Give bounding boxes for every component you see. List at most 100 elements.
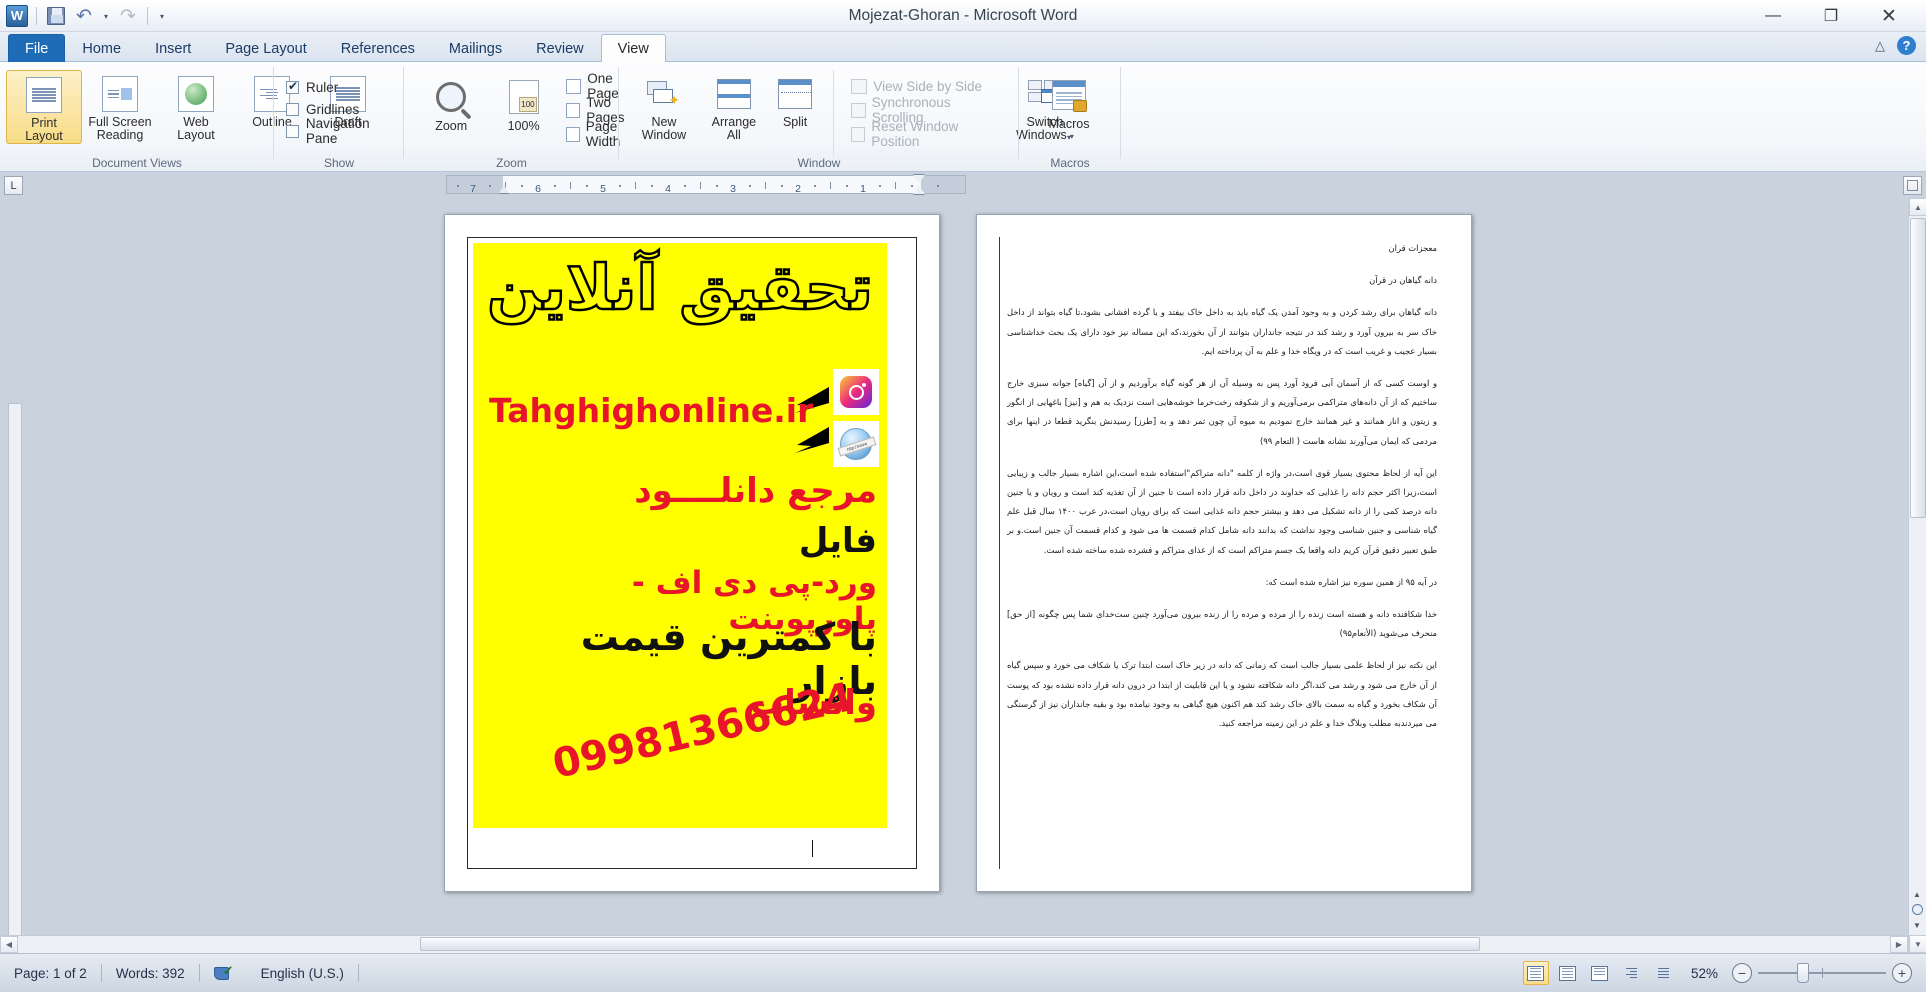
- zoom-label: Zoom: [435, 119, 468, 133]
- tab-insert[interactable]: Insert: [138, 34, 208, 62]
- next-page-button[interactable]: ▼: [1909, 917, 1925, 933]
- zoom-out-button[interactable]: −: [1732, 963, 1752, 983]
- help-icon[interactable]: ?: [1897, 36, 1916, 55]
- ribbon: Print Layout Full Screen Reading Web Layout…: [0, 62, 1926, 172]
- vertical-scrollbar[interactable]: ▲ ▲ ▼ ▼: [1908, 198, 1926, 953]
- collapse-ribbon-icon[interactable]: △: [1875, 38, 1885, 54]
- group-label-zoom: Zoom: [496, 156, 527, 170]
- reset-window-position-label: Reset Window Position: [871, 119, 959, 149]
- checkbox-icon[interactable]: [286, 102, 299, 116]
- horizontal-ruler[interactable]: 7 6 5 4 3 2 1: [446, 175, 966, 195]
- zoom-level[interactable]: 52%: [1683, 966, 1726, 981]
- advertisement-block: تحقیق آنلاین http://www Tahghighonline.i…: [473, 243, 887, 828]
- close-button[interactable]: ✕: [1860, 1, 1918, 31]
- full-screen-reading-view-button[interactable]: [1555, 961, 1581, 985]
- macros-button[interactable]: Macros ▾: [1029, 70, 1109, 144]
- full-screen-reading-button[interactable]: Full Screen Reading: [82, 70, 158, 144]
- vertical-scroll-thumb[interactable]: [1910, 218, 1926, 518]
- group-label-show: Show: [323, 156, 355, 170]
- tab-view[interactable]: View: [600, 34, 666, 62]
- web-layout-button[interactable]: Web Layout: [158, 70, 234, 144]
- proofing-status[interactable]: ✓: [200, 960, 247, 986]
- chevron-down-icon[interactable]: ▾: [1067, 131, 1071, 144]
- print-layout-button[interactable]: Print Layout: [6, 70, 82, 144]
- tab-file[interactable]: File: [8, 34, 66, 62]
- left-indent-marker[interactable]: [499, 185, 509, 193]
- document-canvas[interactable]: تحقیق آنلاین http://www Tahghighonline.i…: [0, 198, 1926, 953]
- group-label-window: Window: [797, 156, 841, 170]
- zoom-slider-knob[interactable]: [1797, 963, 1809, 983]
- draft-view-button[interactable]: [1651, 961, 1677, 985]
- status-bar: Page: 1 of 2 Words: 392 ✓ English (U.S.): [0, 953, 1926, 992]
- first-line-indent-marker[interactable]: [913, 175, 925, 183]
- tab-review[interactable]: Review: [519, 34, 601, 62]
- tab-mailings[interactable]: Mailings: [432, 34, 519, 62]
- synchronous-scrolling-icon: [851, 102, 866, 118]
- split-label: Split: [782, 115, 808, 129]
- ruler-number: 3: [730, 183, 736, 195]
- ruler-checkbox-row[interactable]: Ruler: [286, 76, 404, 98]
- status-right-controls: 52% − +: [1522, 961, 1926, 985]
- scroll-left-button[interactable]: ◀: [0, 936, 18, 953]
- btn-label2: Window: [641, 128, 687, 142]
- zoom-button[interactable]: Zoom: [418, 72, 484, 133]
- split-button[interactable]: Split: [771, 70, 820, 129]
- reset-window-position-icon: [851, 126, 866, 142]
- zoom-in-button[interactable]: +: [1892, 963, 1912, 983]
- page-indicator[interactable]: Page: 1 of 2: [0, 960, 101, 986]
- document-page-2[interactable]: معجزات قران دانه گیاهان در قرآن دانه گیا…: [976, 214, 1472, 892]
- restore-button[interactable]: ❐: [1802, 1, 1860, 31]
- language-indicator[interactable]: English (U.S.): [247, 960, 358, 986]
- page-100-icon: 100: [508, 80, 539, 114]
- hanging-indent-marker[interactable]: [913, 186, 925, 194]
- checkbox-icon[interactable]: [286, 79, 299, 94]
- navigation-pane-checkbox-row[interactable]: Navigation Pane: [286, 116, 404, 146]
- two-pages-icon: [565, 102, 581, 118]
- ruler-toggle-button[interactable]: [1903, 176, 1922, 195]
- btn-label2: All: [726, 128, 741, 142]
- ruler-number: 2: [795, 183, 801, 195]
- full-screen-reading-view-icon: [1559, 965, 1577, 981]
- horizontal-scroll-thumb[interactable]: [420, 937, 1480, 951]
- outline-view-button[interactable]: [1619, 961, 1645, 985]
- btn-label: Print: [31, 116, 57, 130]
- doc-paragraph: دانه گیاهان در قرآن: [1369, 275, 1437, 286]
- one-page-icon: [565, 78, 582, 94]
- arrange-all-button[interactable]: Arrange All: [701, 70, 767, 142]
- tab-references[interactable]: References: [324, 34, 432, 62]
- doc-paragraph: خدا شکافنده دانه و هسته است زنده را از م…: [1007, 609, 1437, 639]
- zoom-100-button[interactable]: 100 100%: [490, 72, 556, 133]
- scroll-up-button[interactable]: ▲: [1909, 198, 1926, 216]
- group-label-macros: Macros: [1050, 156, 1090, 170]
- split-icon: [778, 79, 813, 109]
- print-layout-view-icon: [1527, 965, 1545, 981]
- new-window-button[interactable]: ✦ New Window: [631, 70, 697, 142]
- word-count[interactable]: Words: 392: [102, 960, 199, 986]
- scroll-right-button[interactable]: ▶: [1890, 936, 1908, 953]
- tab-stop-selector[interactable]: L: [4, 176, 23, 195]
- btn-label2: Layout: [177, 128, 215, 142]
- doc-paragraph: این آیه از لحاظ محتوی بسیار قوی است،در و…: [1007, 467, 1438, 555]
- horizontal-scrollbar[interactable]: ◀ ▶: [0, 935, 1908, 953]
- document-page-1[interactable]: تحقیق آنلاین http://www Tahghighonline.i…: [444, 214, 940, 892]
- print-layout-view-button[interactable]: [1522, 961, 1549, 985]
- print-layout-icon: [26, 77, 62, 113]
- ribbon-right-controls: △ ?: [1875, 36, 1916, 55]
- page-2-text[interactable]: معجزات قران دانه گیاهان در قرآن دانه گیا…: [1007, 239, 1437, 746]
- tab-page-layout[interactable]: Page Layout: [208, 34, 323, 62]
- checkbox-icon[interactable]: [286, 124, 299, 138]
- minimize-button[interactable]: —: [1744, 1, 1802, 31]
- web-layout-view-button[interactable]: [1587, 961, 1613, 985]
- scroll-down-button[interactable]: ▼: [1909, 935, 1926, 953]
- full-screen-reading-icon: [102, 76, 138, 112]
- ad-line-1: مرجع دانلــــود: [634, 471, 877, 511]
- zoom-slider[interactable]: [1758, 963, 1886, 983]
- page-width-icon: [565, 126, 580, 142]
- select-browse-object-icon[interactable]: [1911, 904, 1923, 915]
- tab-home[interactable]: Home: [65, 34, 138, 62]
- view-side-by-side-label: View Side by Side: [873, 78, 982, 94]
- reset-window-position-button[interactable]: Reset Window Position: [848, 119, 993, 149]
- status-divider: [357, 964, 359, 982]
- previous-page-button[interactable]: ▲: [1909, 886, 1925, 902]
- window-controls: — ❐ ✕: [1744, 0, 1918, 32]
